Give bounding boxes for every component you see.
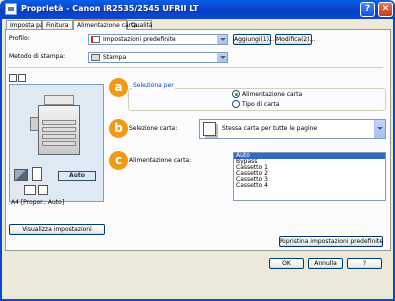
chevron-down-icon[interactable] [217,53,227,62]
edit-profile-button[interactable]: Modifica(2)... [275,34,315,45]
color-mode-icon [14,169,28,181]
paper-source-list[interactable]: Auto Bypass Cassetto 1 Cassetto 2 Casset… [233,152,386,201]
add-profile-button[interactable]: Aggiungi(1)... [233,34,275,45]
paper-selection-select[interactable]: Stessa carta per tutte le pagine [199,119,386,139]
window-title: Proprietà - Canon iR2535/2545 UFRII LT [21,4,199,13]
separator [8,67,383,68]
step-a-badge: a [109,78,128,97]
chevron-down-icon[interactable] [374,120,385,138]
tab-page-setup[interactable]: Imposta pagina [6,20,57,29]
radio-paper-source[interactable] [232,90,240,98]
close-button[interactable]: ✕ [378,2,393,17]
radio-paper-source-label: Alimentazione carta [242,91,303,98]
printer-app-icon [5,3,17,15]
list-item[interactable]: Cassetto 4 [234,183,385,189]
tab-finishing[interactable]: Finitura [42,20,73,29]
auto-badge: Auto [58,171,96,181]
help-button[interactable]: ? [347,258,382,269]
output-method-select[interactable]: Stampa [88,52,228,63]
paper-selection-label: Selezione carta: [129,125,178,132]
step-c-badge: c [109,151,128,170]
profile-value: Impostazioni predefinite [103,36,176,43]
print-icon [91,54,100,61]
printer-illustration [30,95,80,157]
paper-source-label: Alimentazione carta: [129,157,192,164]
radio-paper-type[interactable] [232,100,240,108]
cancel-button[interactable]: Annulla [308,258,343,269]
printer-preview: Auto [9,84,104,202]
profile-icon [91,36,100,43]
preview-status: A4 [Propor.: Auto] [11,199,65,206]
paper-stack-icon [203,122,216,136]
output-method-value: Stampa [103,54,127,61]
select-by-title: Seleziona per [132,82,175,89]
view-settings-button[interactable]: Visualizza impostazioni [9,224,105,235]
orientation-icon [24,185,36,195]
ok-button[interactable]: OK [269,258,304,269]
output-method-label: Metodo di stampa: [9,53,66,60]
staple-icon [38,185,48,195]
chevron-down-icon[interactable] [217,35,227,44]
title-help-button[interactable]: ? [360,2,375,17]
restore-defaults-button[interactable]: Ripristina impostazioni predefinite [279,236,383,247]
title-bar: Proprietà - Canon iR2535/2545 UFRII LT ?… [0,0,395,19]
paper-selection-value: Stessa carta per tutte le pagine [222,125,318,132]
profile-label: Profilo: [9,35,30,42]
radio-paper-type-label: Tipo di carta [242,101,280,108]
preview-mode-icon[interactable] [9,74,17,82]
step-b-badge: b [109,119,128,138]
tab-paper-source[interactable]: Alimentazione carta [73,19,137,30]
profile-select[interactable]: Impostazioni predefinite [88,34,228,45]
preview-info-icon[interactable] [18,74,26,82]
paper-icon [32,167,42,181]
preview-toolbar [9,74,27,83]
